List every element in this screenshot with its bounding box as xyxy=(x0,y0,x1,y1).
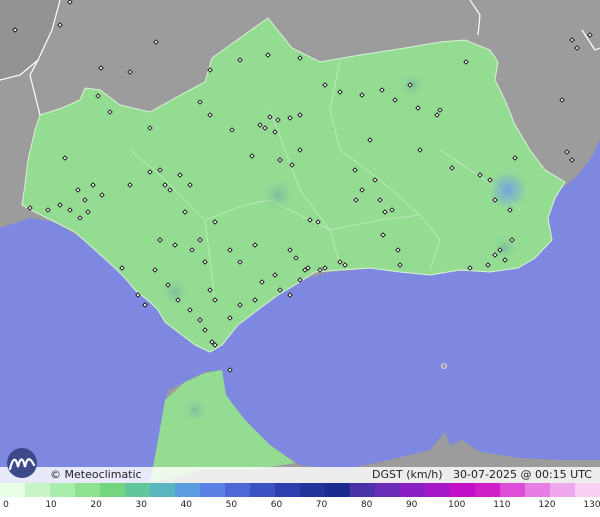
legend-swatch xyxy=(325,483,350,497)
legend-swatch xyxy=(200,483,225,497)
legend-swatch xyxy=(400,483,425,497)
legend-tick: 20 xyxy=(90,500,102,510)
legend-tick: 30 xyxy=(135,500,147,510)
legend-swatch xyxy=(75,483,100,497)
legend-tick: 120 xyxy=(538,500,556,510)
legend-tick: 100 xyxy=(448,500,466,510)
product-label: DGST (km/h) xyxy=(372,468,443,481)
legend-tick: 50 xyxy=(225,500,238,510)
legend-tick: 110 xyxy=(493,500,511,510)
legend-swatch xyxy=(550,483,575,497)
product-info: DGST (km/h) 30-07-2025 @ 00:15 UTC xyxy=(372,467,592,483)
legend-tick: 10 xyxy=(45,500,57,510)
legend-color-bar xyxy=(0,483,600,497)
gust-patch-almeria xyxy=(486,168,530,212)
legend-swatch xyxy=(175,483,200,497)
legend-swatch xyxy=(350,483,375,497)
legend-swatch xyxy=(150,483,175,497)
gust-map[interactable] xyxy=(0,0,600,483)
legend-tick: 80 xyxy=(360,500,373,510)
legend-swatch xyxy=(125,483,150,497)
legend-tick: 90 xyxy=(405,500,418,510)
legend-swatch xyxy=(300,483,325,497)
legend-tick: 60 xyxy=(270,500,283,510)
gust-patch-cadiz xyxy=(159,276,191,308)
legend-swatch xyxy=(425,483,450,497)
legend-swatch xyxy=(225,483,250,497)
legend-swatch xyxy=(100,483,125,497)
legend-swatch xyxy=(50,483,75,497)
meteoclimatic-logo xyxy=(7,448,37,478)
legend-swatch xyxy=(575,483,600,497)
legend-swatch xyxy=(475,483,500,497)
legend-swatch xyxy=(450,483,475,497)
alboran-island xyxy=(441,363,447,369)
legend-swatch xyxy=(0,483,25,497)
legend-swatch xyxy=(525,483,550,497)
brand-name: © Meteoclimatic xyxy=(50,468,142,481)
legend-tick: 40 xyxy=(180,500,193,510)
legend-swatch xyxy=(375,483,400,497)
legend-tick: 130 xyxy=(583,500,600,510)
legend-swatch xyxy=(250,483,275,497)
gust-patch-cordoba xyxy=(260,177,296,213)
legend-tick: 0 xyxy=(3,500,9,510)
legend-swatch xyxy=(25,483,50,497)
legend-swatch xyxy=(275,483,300,497)
map-viewer: © Meteoclimatic DGST (km/h) 30-07-2025 @… xyxy=(0,0,600,517)
gust-patch-strait xyxy=(181,396,209,424)
color-legend: 0 10 20 30 40 50 60 70 80 90 100 110 120 130 xyxy=(0,483,600,517)
timestamp: 30-07-2025 @ 00:15 UTC xyxy=(453,468,592,481)
legend-tick: 70 xyxy=(315,500,328,510)
legend-swatch xyxy=(500,483,525,497)
